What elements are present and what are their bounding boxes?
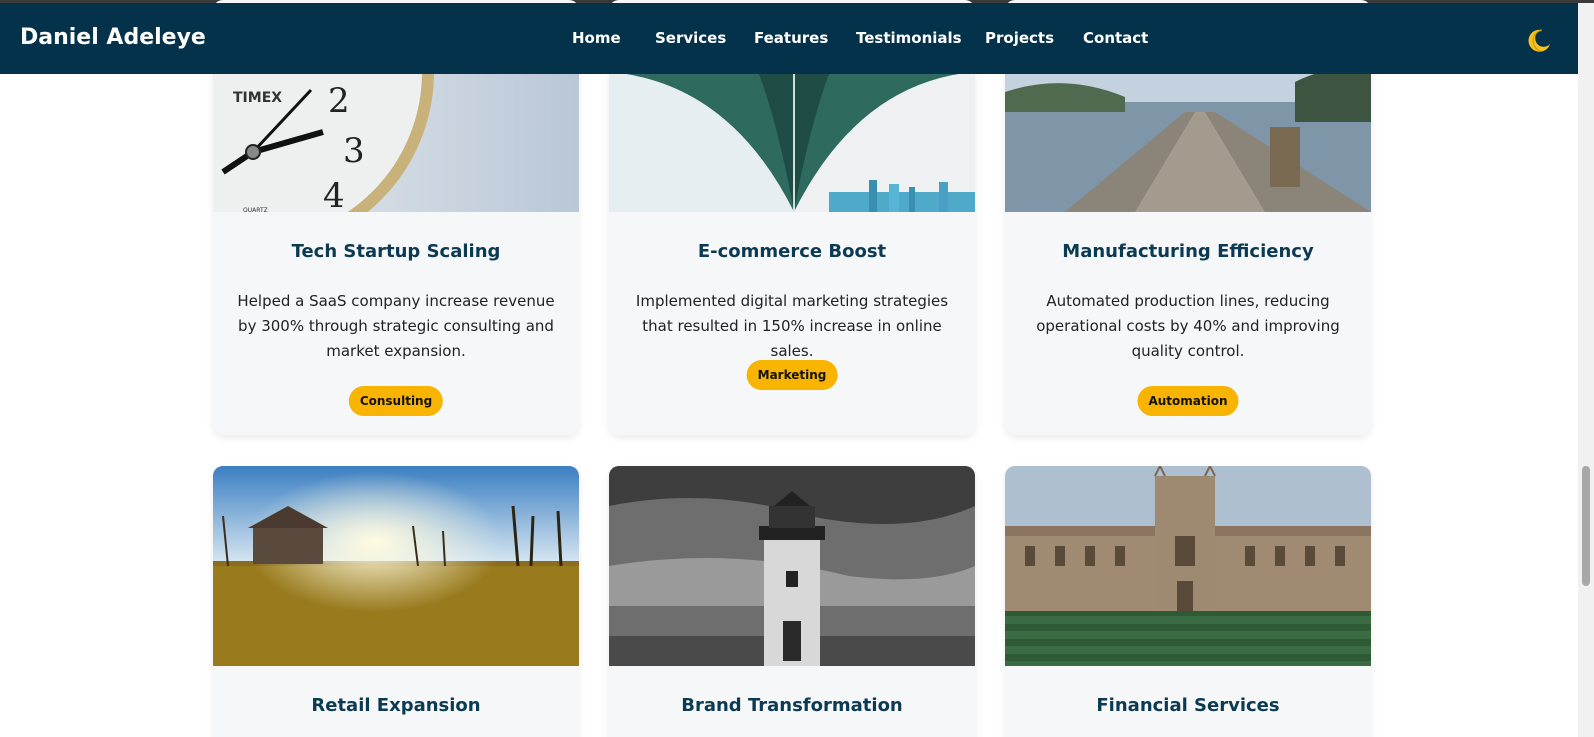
card-title: Retail Expansion	[311, 695, 481, 716]
card-description: Automated production lines, reducing ope…	[1036, 292, 1340, 360]
nav-link-services[interactable]: Services	[655, 29, 726, 47]
svg-text:TIMEX: TIMEX	[233, 90, 282, 106]
card-tag: Consulting	[348, 386, 444, 416]
project-card[interactable]: Brand Transformation	[609, 466, 975, 737]
svg-text:2: 2	[328, 81, 350, 121]
college-building-photo	[1005, 466, 1371, 666]
project-card[interactable]: Retail Expansion	[213, 466, 579, 737]
card-title: Manufacturing Efficiency	[1062, 241, 1314, 262]
scrollbar-thumb[interactable]	[1582, 466, 1590, 586]
svg-text:QUARTZ: QUARTZ	[243, 207, 268, 212]
nav-links: Home Services Features Testimonials Proj…	[0, 3, 1578, 74]
svg-text:3: 3	[343, 131, 365, 171]
card-title: Brand Transformation	[681, 695, 903, 716]
lighthouse-photo	[609, 466, 975, 666]
card-description: Implemented digital marketing strategies…	[635, 292, 949, 360]
page-scrollbar[interactable]	[1578, 3, 1594, 737]
project-card[interactable]: Financial Services	[1005, 466, 1371, 737]
nav-link-testimonials[interactable]: Testimonials	[856, 29, 962, 47]
nav-link-contact[interactable]: Contact	[1083, 29, 1148, 47]
card-description: Helped a SaaS company increase revenue b…	[237, 292, 555, 360]
card-title: Financial Services	[1096, 695, 1280, 716]
card-tag: Marketing	[746, 360, 838, 390]
sunset-field-photo	[213, 466, 579, 666]
navbar: Daniel Adeleye Home Services Features Te…	[0, 3, 1578, 74]
moon-icon[interactable]	[1526, 27, 1552, 53]
nav-link-projects[interactable]: Projects	[985, 29, 1054, 47]
card-title: E-commerce Boost	[697, 241, 887, 262]
nav-link-home[interactable]: Home	[572, 29, 621, 47]
nav-link-features[interactable]: Features	[754, 29, 828, 47]
svg-text:4: 4	[323, 176, 345, 212]
card-title: Tech Startup Scaling	[291, 241, 501, 262]
card-tag: Automation	[1137, 386, 1239, 416]
